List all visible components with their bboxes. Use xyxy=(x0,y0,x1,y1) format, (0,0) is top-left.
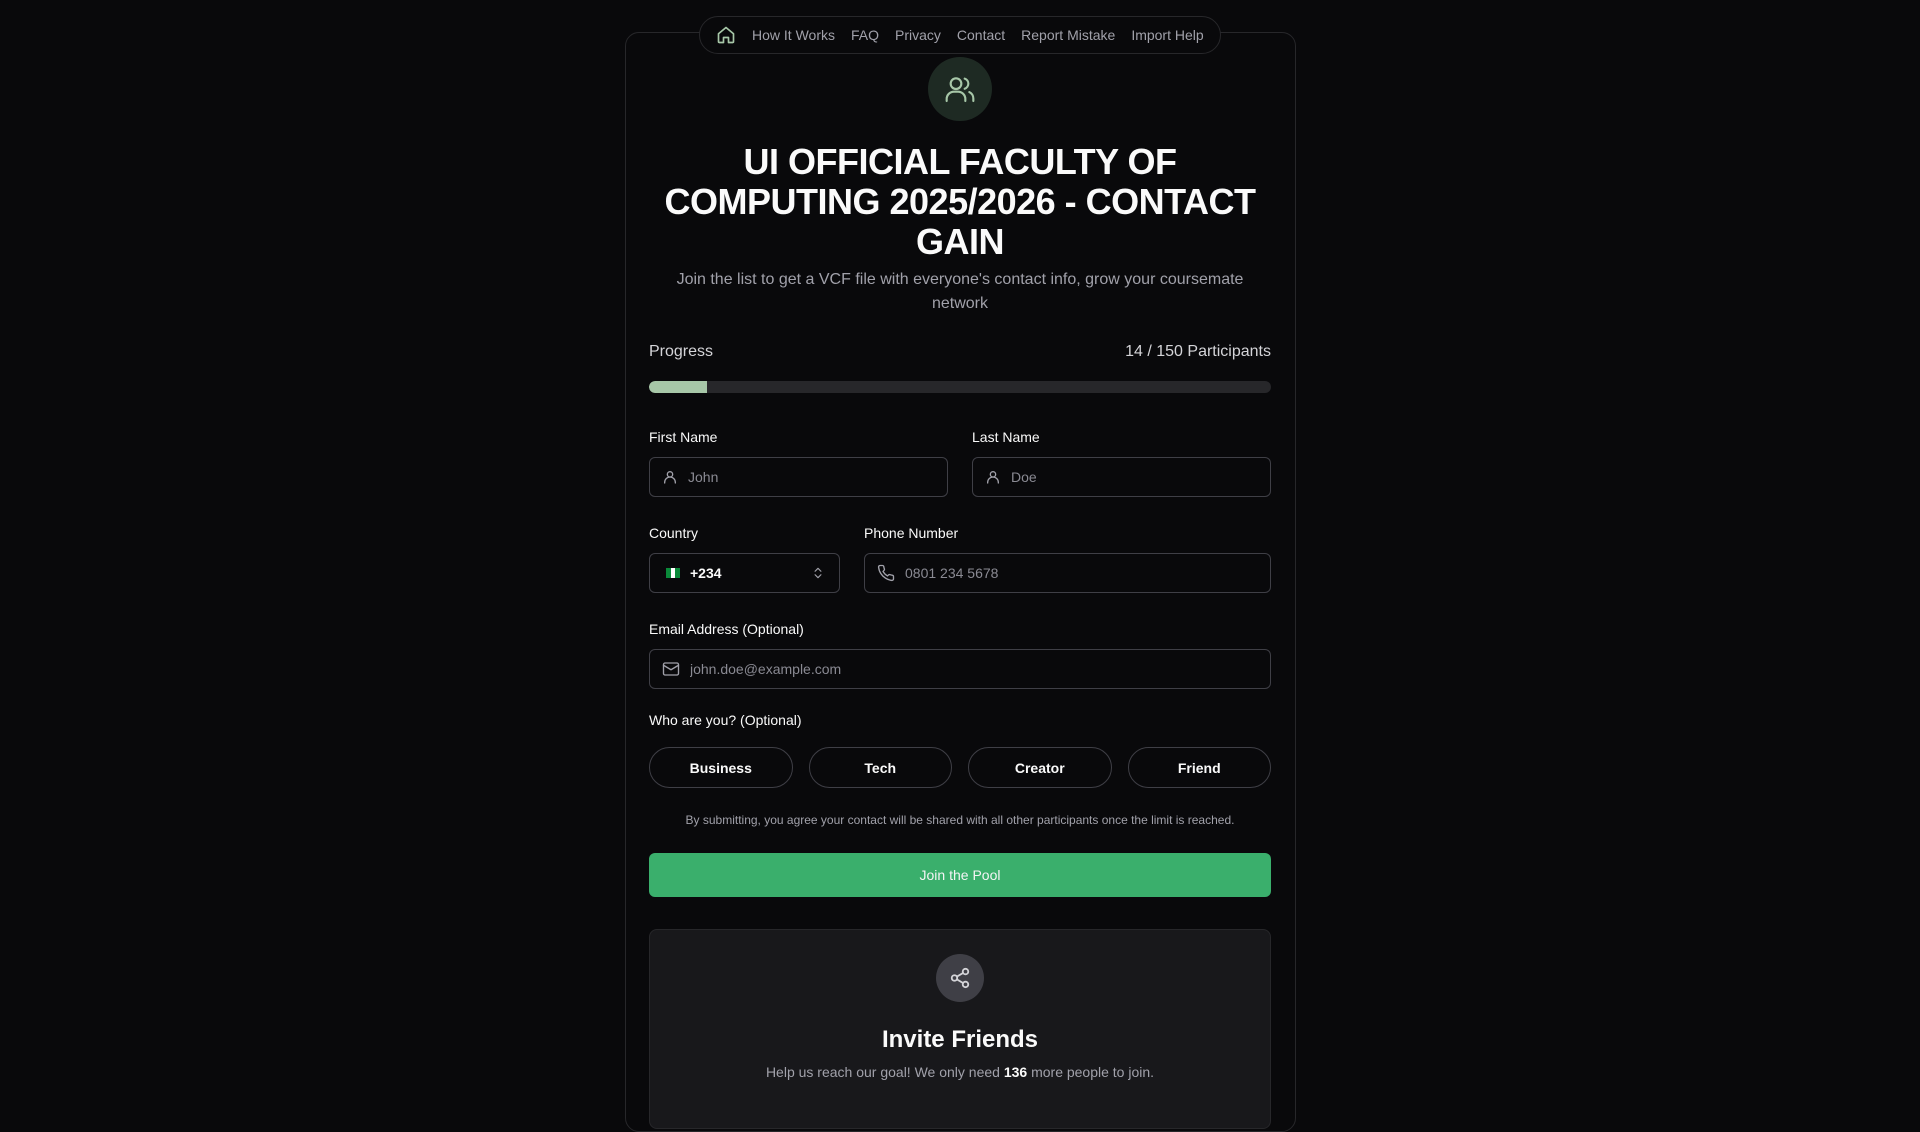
phone-input[interactable] xyxy=(905,565,1240,581)
share-icon xyxy=(936,954,984,1002)
remaining-count: 136 xyxy=(1003,1064,1028,1080)
first-name-field xyxy=(649,457,948,497)
user-icon xyxy=(664,471,676,484)
email-label: Email Address (Optional) xyxy=(649,621,804,637)
country-code-value: +234 xyxy=(690,565,722,581)
nav-privacy[interactable]: Privacy xyxy=(895,27,941,43)
progress-bar xyxy=(649,381,1271,393)
role-friend-button[interactable]: Friend xyxy=(1127,747,1271,788)
role-options: Business Tech Creator Friend xyxy=(649,747,1271,788)
nav-how-it-works[interactable]: How It Works xyxy=(752,27,835,43)
invite-card: Invite Friends Help us reach our goal! W… xyxy=(649,929,1271,1129)
last-name-field xyxy=(972,457,1271,497)
role-tech-button[interactable]: Tech xyxy=(808,747,952,788)
user-icon xyxy=(987,471,999,484)
nav-faq[interactable]: FAQ xyxy=(851,27,879,43)
last-name-input[interactable] xyxy=(1011,469,1254,485)
consent-disclaimer: By submitting, you agree your contact wi… xyxy=(685,813,1235,827)
chevrons-up-down-icon xyxy=(814,567,822,579)
participants-count: 14 / 150 Participants xyxy=(1125,343,1271,360)
join-pool-button[interactable]: Join the Pool xyxy=(649,853,1271,897)
email-field xyxy=(649,649,1271,689)
phone-field xyxy=(864,553,1271,593)
invite-text-before: Help us reach our goal! We only need xyxy=(765,1064,1004,1080)
role-business-button[interactable]: Business xyxy=(649,747,793,788)
top-nav: How It Works FAQ Privacy Contact Report … xyxy=(699,16,1221,54)
nav-report-mistake[interactable]: Report Mistake xyxy=(1021,27,1115,43)
nav-import-help[interactable]: Import Help xyxy=(1131,27,1203,43)
phone-label: Phone Number xyxy=(864,525,959,541)
home-icon[interactable] xyxy=(716,25,736,45)
first-name-label: First Name xyxy=(649,429,718,445)
invite-text-after: more people to join. xyxy=(1027,1064,1155,1080)
first-name-input[interactable] xyxy=(688,469,931,485)
page-title: UI OFFICIAL FACULTY OF COMPUTING 2025/20… xyxy=(664,141,1256,262)
page-subtitle: Join the list to get a VCF file with eve… xyxy=(676,271,1244,312)
country-select[interactable]: +234 xyxy=(649,553,840,593)
role-label: Who are you? (Optional) xyxy=(649,712,802,728)
invite-title: Invite Friends xyxy=(881,1026,1039,1053)
email-input[interactable] xyxy=(690,661,1207,677)
last-name-label: Last Name xyxy=(972,429,1040,445)
role-creator-button[interactable]: Creator xyxy=(968,747,1112,788)
phone-icon xyxy=(877,564,895,582)
nigeria-flag-icon xyxy=(666,568,681,578)
mail-icon xyxy=(662,662,680,676)
invite-text: Help us reach our goal! We only need 136… xyxy=(650,1064,1270,1080)
progress-bar-fill xyxy=(649,381,708,393)
country-label: Country xyxy=(649,525,699,541)
nav-contact[interactable]: Contact xyxy=(957,27,1005,43)
progress-label: Progress xyxy=(649,343,714,360)
users-icon xyxy=(928,57,992,121)
